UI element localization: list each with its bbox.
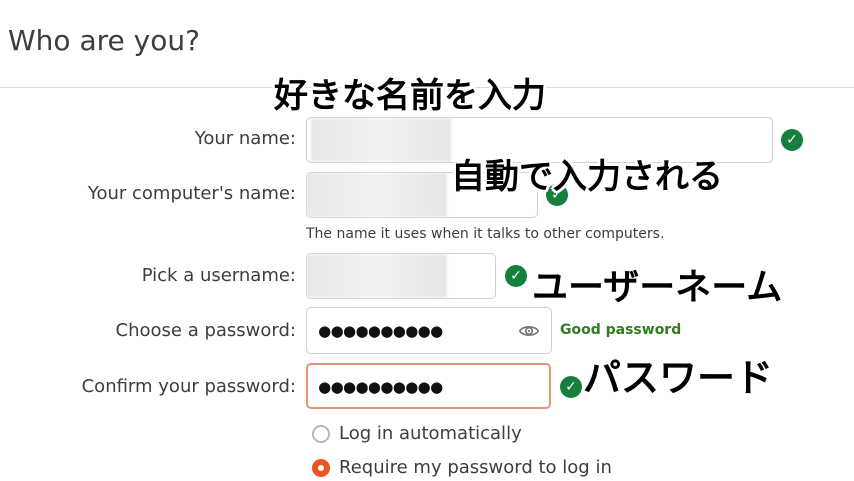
your-name-label: Your name:: [194, 128, 296, 149]
username-valid-check-icon: ✓: [505, 265, 527, 287]
redacted-computer-name: [307, 173, 447, 217]
password-input[interactable]: ●●●●●●●●●●: [306, 307, 552, 354]
password-annotation: パスワード: [583, 356, 774, 400]
login-require-label: Require my password to log in: [339, 457, 612, 478]
username-label: Pick a username:: [141, 265, 296, 286]
username-input[interactable]: [306, 253, 496, 299]
username-annotation: ユーザーネーム: [532, 267, 783, 308]
computer-name-hint: The name it uses when it talks to other …: [306, 226, 665, 242]
computer-name-label: Your computer's name:: [87, 183, 296, 204]
login-require-option[interactable]: Require my password to log in: [312, 457, 712, 481]
auto-fill-annotation: 自動で入力される: [451, 157, 723, 197]
page-title: Who are you?: [8, 24, 200, 57]
password-value: ●●●●●●●●●●: [319, 320, 444, 342]
name-valid-check-icon: ✓: [781, 129, 803, 151]
confirm-valid-check-icon: ✓: [560, 376, 582, 398]
redacted-name: [311, 118, 451, 162]
show-password-eye-icon[interactable]: [518, 320, 540, 342]
login-auto-label: Log in automatically: [339, 423, 522, 444]
redacted-username: [307, 254, 447, 298]
confirm-password-input[interactable]: ●●●●●●●●●●: [306, 363, 551, 409]
login-auto-radio[interactable]: [312, 425, 330, 443]
login-auto-option[interactable]: Log in automatically: [312, 423, 712, 447]
password-strength: Good password: [560, 322, 682, 338]
confirm-password-label: Confirm your password:: [81, 376, 296, 397]
confirm-password-value: ●●●●●●●●●●: [319, 376, 444, 398]
login-require-radio[interactable]: [312, 459, 330, 477]
password-label: Choose a password:: [115, 320, 296, 341]
name-annotation: 好きな名前を入力: [274, 76, 546, 116]
